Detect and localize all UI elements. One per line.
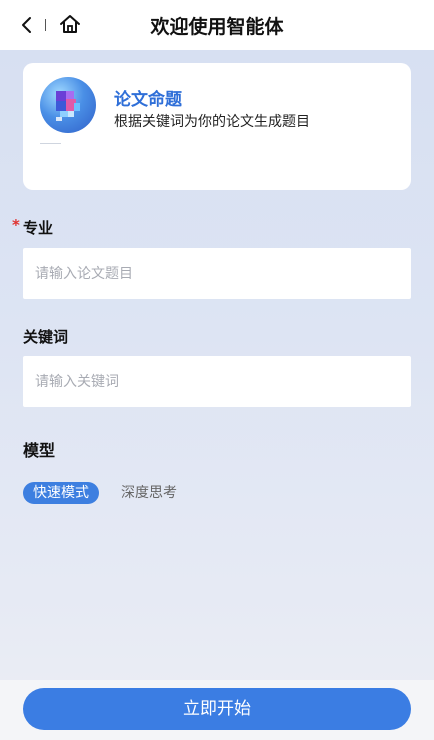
required-mark: * <box>12 216 20 234</box>
agent-avatar <box>40 77 96 133</box>
agent-description: 根据关键词为你的论文生成题目 <box>114 114 310 130</box>
page-title: 欢迎使用智能体 <box>150 16 284 38</box>
mode-fast-option[interactable]: 快速模式 <box>23 482 99 504</box>
agent-name: 论文命题 <box>114 90 182 110</box>
agent-card: 论文命题 根据关键词为你的论文生成题目 <box>23 63 411 190</box>
keywords-input[interactable] <box>23 356 411 407</box>
model-label: 模型 <box>23 441 56 460</box>
major-label: 专业 <box>23 219 54 237</box>
start-button[interactable]: 立即开始 <box>23 688 411 730</box>
top-header: 欢迎使用智能体 <box>0 0 434 50</box>
keywords-label: 关键词 <box>23 328 69 346</box>
mode-deep-option[interactable]: 深度思考 <box>111 482 187 504</box>
agent-logo-icon <box>56 91 80 121</box>
major-input[interactable] <box>23 248 411 299</box>
agent-card-divider <box>40 143 61 144</box>
